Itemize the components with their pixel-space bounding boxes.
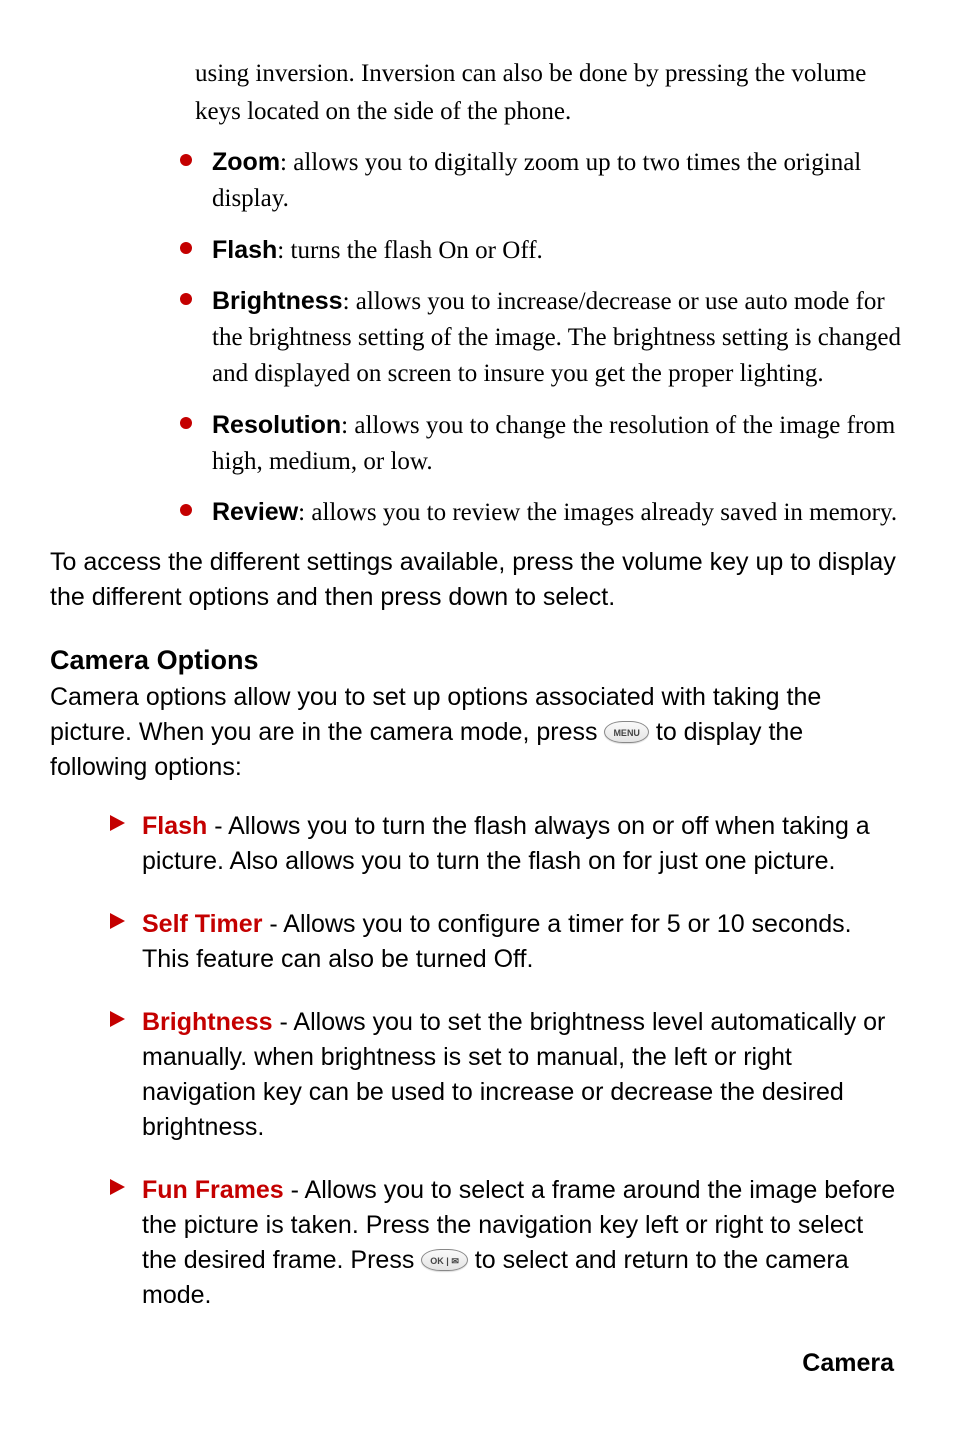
option-label: Brightness bbox=[142, 1008, 273, 1036]
bullet-text: : allows you to digitally zoom up to two… bbox=[212, 149, 861, 212]
option-brightness: Brightness - Allows you to set the brigh… bbox=[110, 1005, 904, 1145]
arrow-icon bbox=[110, 1179, 125, 1195]
bullet-text: : allows you to review the images alread… bbox=[298, 499, 897, 526]
footer-section-label: Camera bbox=[802, 1349, 894, 1378]
camera-options-intro: Camera options allow you to set up optio… bbox=[50, 680, 904, 785]
settings-bullet-list: Zoom: allows you to digitally zoom up to… bbox=[180, 144, 904, 531]
bullet-review: Review: allows you to review the images … bbox=[180, 494, 904, 531]
option-label: Self Timer bbox=[142, 910, 262, 938]
option-self-timer: Self Timer - Allows you to configure a t… bbox=[110, 907, 904, 977]
bullet-icon bbox=[180, 242, 192, 254]
bullet-zoom: Zoom: allows you to digitally zoom up to… bbox=[180, 144, 904, 218]
bullet-label: Review bbox=[212, 498, 298, 526]
bullet-label: Brightness bbox=[212, 287, 343, 315]
bullet-label: Zoom bbox=[212, 148, 280, 176]
bullet-flash: Flash: turns the flash On or Off. bbox=[180, 232, 904, 269]
bullet-icon bbox=[180, 417, 192, 429]
arrow-icon bbox=[110, 815, 125, 831]
arrow-icon bbox=[110, 1011, 125, 1027]
option-flash: Flash - Allows you to turn the flash alw… bbox=[110, 809, 904, 879]
bullet-icon bbox=[180, 504, 192, 516]
bullet-label: Resolution bbox=[212, 411, 341, 439]
access-instructions: To access the different settings availab… bbox=[50, 545, 904, 615]
bullet-icon bbox=[180, 293, 192, 305]
camera-options-heading: Camera Options bbox=[50, 645, 904, 676]
option-label: Flash bbox=[142, 812, 207, 840]
option-label: Fun Frames bbox=[142, 1176, 284, 1204]
camera-options-list: Flash - Allows you to turn the flash alw… bbox=[110, 809, 904, 1313]
option-fun-frames: Fun Frames - Allows you to select a fram… bbox=[110, 1173, 904, 1313]
ok-key-icon: OK | ✉ bbox=[421, 1249, 468, 1271]
continuation-text: using inversion. Inversion can also be d… bbox=[195, 55, 904, 130]
option-text: - Allows you to turn the flash always on… bbox=[142, 812, 870, 875]
arrow-icon bbox=[110, 913, 125, 929]
bullet-icon bbox=[180, 154, 192, 166]
bullet-text: : turns the flash On or Off. bbox=[277, 237, 542, 264]
bullet-resolution: Resolution: allows you to change the res… bbox=[180, 407, 904, 481]
menu-key-icon: MENU bbox=[604, 721, 649, 743]
bullet-brightness: Brightness: allows you to increase/decre… bbox=[180, 283, 904, 393]
bullet-label: Flash bbox=[212, 236, 277, 264]
